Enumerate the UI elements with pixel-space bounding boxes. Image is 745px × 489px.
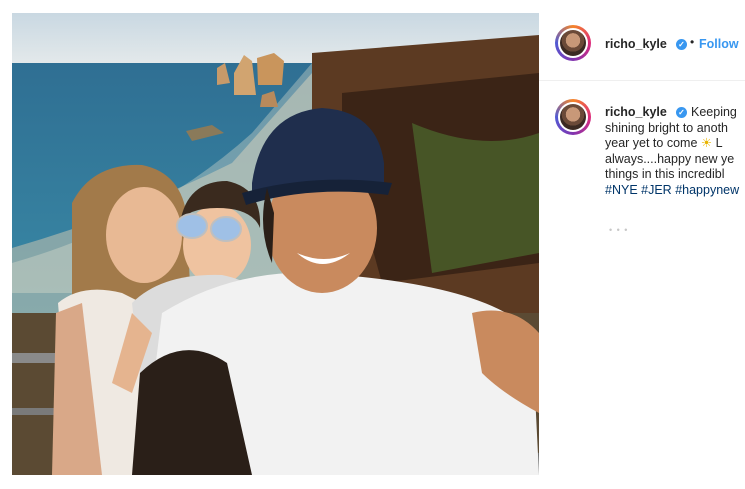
selfie-photo-graphic bbox=[12, 13, 539, 475]
caption-line-3: year yet to come ☀ L bbox=[605, 136, 745, 152]
more-options-dots[interactable]: • • • bbox=[609, 225, 628, 235]
caption-line-1: Keeping bbox=[691, 105, 737, 119]
verified-badge-icon: ✓ bbox=[676, 39, 687, 50]
caption-text: Keeping shining bright to anoth year yet… bbox=[605, 105, 745, 198]
hashtag-jer[interactable]: #JER bbox=[641, 183, 672, 197]
caption-line-2: shining bright to anoth bbox=[605, 120, 729, 135]
caption-line-4: always....happy new ye bbox=[605, 151, 735, 166]
author-username[interactable]: richo_kyle bbox=[605, 37, 667, 51]
post-header: richo_kyle ✓ • Follow bbox=[539, 0, 745, 81]
hashtag-happynew[interactable]: #happynew bbox=[675, 183, 739, 197]
caption-line-3-text: year yet to come bbox=[605, 136, 698, 150]
author-avatar[interactable] bbox=[555, 25, 591, 61]
caption-line-3-tail: L bbox=[715, 136, 723, 150]
hashtag-nye[interactable]: #NYE bbox=[605, 183, 638, 197]
post-sidebar: richo_kyle ✓ • Follow richo_kyle ✓ Keepi… bbox=[539, 0, 745, 489]
post-photo[interactable] bbox=[12, 13, 539, 475]
sun-emoji-icon: ☀ bbox=[700, 136, 713, 150]
separator-dot: • bbox=[690, 35, 695, 49]
caption-line-5: things in this incredibl bbox=[605, 167, 725, 181]
caption-avatar[interactable] bbox=[555, 99, 591, 135]
follow-button[interactable]: Follow bbox=[699, 37, 739, 51]
caption-comment: richo_kyle ✓ Keeping shining bright to a… bbox=[539, 81, 745, 261]
caption-hashtags-line: #NYE #JER #happynew bbox=[605, 183, 745, 199]
